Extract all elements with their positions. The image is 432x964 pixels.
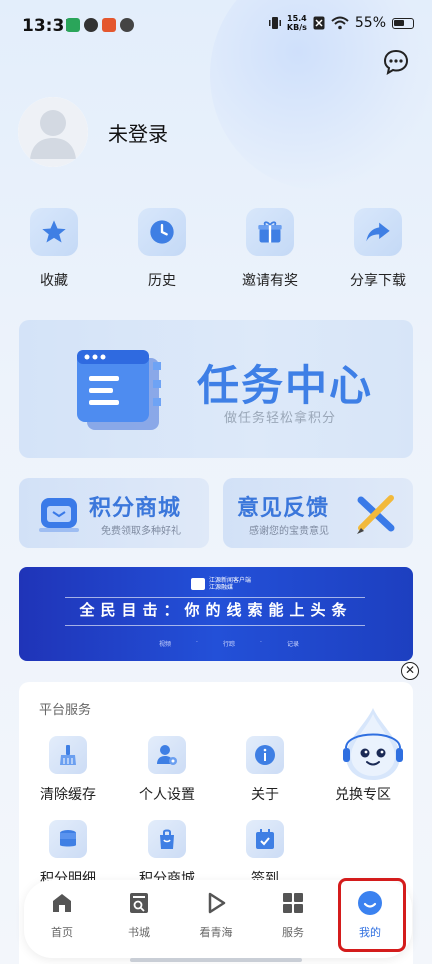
section-title: 平台服务 [39, 703, 92, 718]
tab-services[interactable]: 服务 [258, 890, 328, 940]
task-board-icon [77, 350, 161, 430]
feedback-card[interactable]: 意见反馈 感谢您的宝贵意见 [223, 478, 413, 548]
broom-icon [49, 736, 87, 774]
service-label: 清除缓存 [40, 787, 96, 803]
points-mall-title: 积分商城 [89, 496, 182, 521]
grid-icon [280, 890, 306, 916]
home-icon [49, 890, 75, 916]
quick-action-invite[interactable]: 邀请有奖 [220, 208, 320, 290]
tab-label: 看青海 [199, 926, 233, 939]
service-points-mall[interactable]: 积分商城 [122, 820, 212, 888]
promo-tags: 视频 · 行踪 · 记录 [159, 639, 299, 648]
promo-title: 全民目击：你的线索能上头条 [79, 601, 353, 619]
quick-action-history[interactable]: 历史 [112, 208, 212, 290]
notification-app-icon [66, 18, 80, 32]
book-search-icon [126, 890, 152, 916]
promo-logo: 江源新闻客户端 江源融媒 [191, 577, 251, 591]
promo-logo-text: 江源新闻客户端 [209, 577, 252, 584]
task-center-title: 任务中心 [197, 361, 374, 410]
checkin-icon [246, 820, 284, 858]
service-label: 关于 [251, 787, 279, 803]
tab-label: 首页 [51, 926, 73, 939]
tab-bookstore[interactable]: 书城 [104, 890, 174, 940]
tab-label: 服务 [282, 926, 304, 939]
user-settings-icon [148, 736, 186, 774]
highlight-box [338, 878, 406, 952]
points-mall-card[interactable]: 积分商城 免费领取多种好礼 [19, 478, 209, 548]
quick-action-label: 历史 [148, 273, 176, 289]
tab-home[interactable]: 首页 [27, 890, 97, 940]
battery-icon [392, 17, 414, 29]
login-status[interactable]: 未登录 [108, 118, 168, 147]
info-icon [246, 736, 284, 774]
mascot-icon[interactable] [340, 706, 406, 782]
vibrate-icon [268, 17, 281, 29]
coins-icon [49, 820, 87, 858]
service-label: 个人设置 [139, 787, 195, 803]
quick-action-share[interactable]: 分享下载 [328, 208, 428, 290]
wifi-icon [331, 16, 349, 30]
quick-action-label: 分享下载 [350, 273, 406, 289]
share-icon [354, 208, 402, 256]
notification-app-icon [120, 18, 134, 32]
service-clear-cache[interactable]: 清除缓存 [23, 736, 113, 804]
service-about[interactable]: 关于 [220, 736, 310, 804]
task-center-banner[interactable]: 任务中心 做任务轻松拿积分 [19, 320, 413, 458]
battery-percent: 55% [354, 15, 386, 31]
service-checkin[interactable]: 签到 [220, 820, 310, 888]
feedback-subtitle: 感谢您的宝贵意见 [249, 526, 329, 537]
status-indicators: 15.4 KB/s 55% [268, 14, 414, 32]
quick-action-label: 收藏 [40, 273, 68, 289]
task-center-subtitle: 做任务轻松拿积分 [224, 411, 337, 426]
home-indicator [130, 958, 302, 962]
default-avatar-icon [18, 97, 88, 167]
tab-qinghai[interactable]: 看青海 [181, 890, 251, 940]
clock-icon [138, 208, 186, 256]
points-mall-subtitle: 免费领取多种好礼 [101, 526, 181, 537]
notification-app-icon [84, 18, 98, 32]
gift-icon [246, 208, 294, 256]
shopping-cart-icon [39, 498, 79, 532]
divider [65, 597, 365, 598]
notification-app-icon [102, 18, 116, 32]
pencil-cross-icon [357, 495, 395, 534]
service-label: 兑换专区 [335, 787, 391, 803]
star-icon [30, 208, 78, 256]
status-bar: 13:31 15.4 KB/s 55% [0, 0, 432, 52]
network-speed: 15.4 KB/s [286, 14, 307, 32]
shopping-bag-icon [148, 820, 186, 858]
service-points-detail[interactable]: 积分明细 [23, 820, 113, 888]
news-logo-icon [191, 578, 205, 590]
avatar[interactable] [18, 97, 88, 167]
service-personal-settings[interactable]: 个人设置 [122, 736, 212, 804]
divider [65, 625, 365, 626]
message-button[interactable] [382, 48, 410, 76]
quick-action-favorites[interactable]: 收藏 [4, 208, 104, 290]
close-promo-button[interactable]: ✕ [401, 662, 419, 680]
feedback-title: 意见反馈 [237, 496, 330, 521]
sim-icon [313, 16, 325, 30]
play-icon [203, 890, 229, 916]
promo-banner[interactable]: 江源新闻客户端 江源融媒 全民目击：你的线索能上头条 视频 · 行踪 · 记录 [19, 567, 413, 661]
quick-action-label: 邀请有奖 [242, 273, 298, 289]
tab-label: 书城 [128, 926, 150, 939]
promo-logo-subtext: 江源融媒 [209, 584, 234, 591]
